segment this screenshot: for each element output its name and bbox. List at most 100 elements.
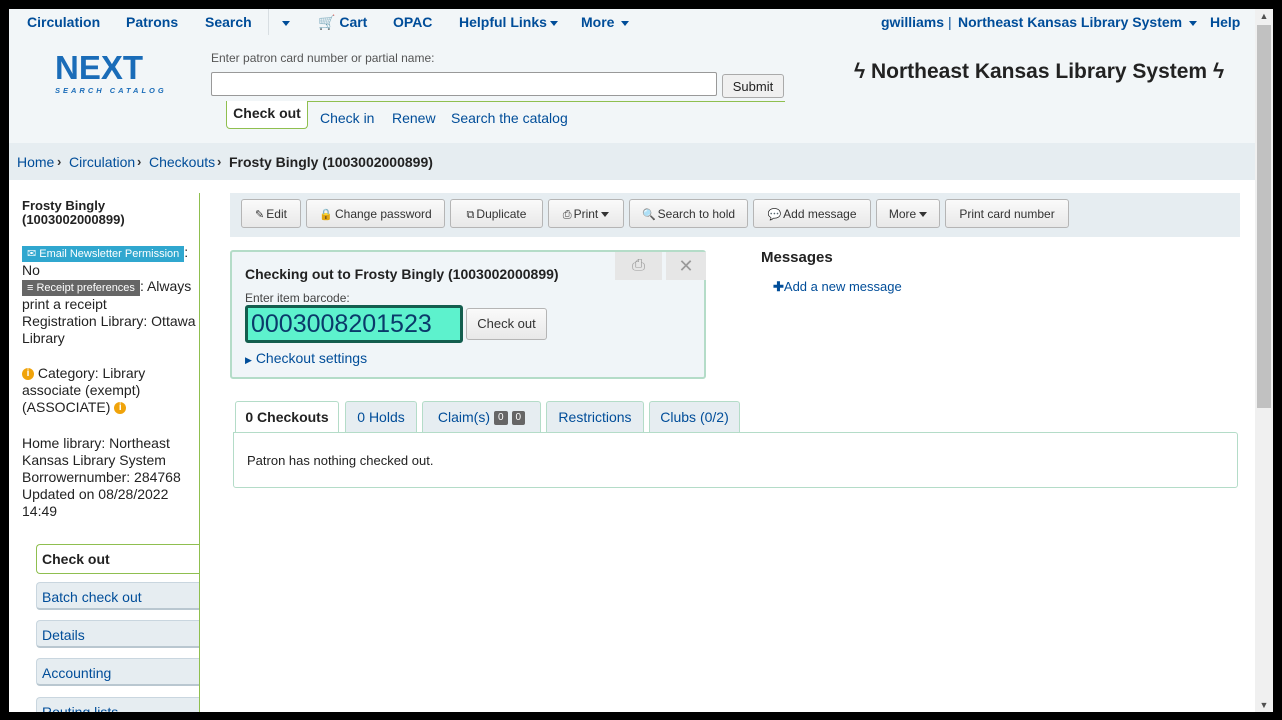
tab-claims[interactable]: Claim(s) 0 0	[422, 401, 541, 433]
nav-help[interactable]: Help	[1210, 14, 1240, 30]
tab-search-catalog[interactable]: Search the catalog	[451, 110, 568, 126]
info-icon[interactable]: i	[114, 402, 127, 415]
site-title: ϟ Northeast Kansas Library System ϟ	[854, 60, 1225, 83]
duplicate-button[interactable]: ⧉ Duplicate	[450, 199, 543, 228]
breadcrumb-current: Frosty Bingly (1003002000899)	[229, 154, 433, 170]
edit-button[interactable]: ✎ Edit	[241, 199, 301, 228]
chevron-down-icon	[621, 20, 630, 26]
nav-opac[interactable]: OPAC	[393, 14, 432, 30]
nav-patrons[interactable]: Patrons	[126, 14, 178, 30]
top-navbar: Circulation Patrons Search 🛒 Cart OPAC H…	[9, 9, 1255, 35]
logo-subtext: SEARCH CATALOG	[55, 86, 167, 95]
tab-restrictions[interactable]: Restrictions	[546, 401, 644, 433]
print-button[interactable]: ⎙ Print	[548, 199, 624, 228]
patron-home-library: Home library: Northeast Kansas Library Sy…	[22, 435, 181, 519]
sidebar-item-accounting[interactable]: Accounting	[36, 658, 199, 686]
checkouts-tab-panel: Patron has nothing checked out.	[233, 432, 1238, 488]
info-icon: i	[22, 368, 34, 381]
bolt-icon: ϟ	[1212, 60, 1225, 83]
nav-branch[interactable]: Northeast Kansas Library System	[958, 14, 1197, 30]
breadcrumb: Home › Circulation › Checkouts › Frosty …	[9, 143, 1255, 180]
add-message-button[interactable]: 💬 Add message	[753, 199, 871, 228]
scroll-down-icon[interactable]: ▼	[1255, 698, 1273, 712]
next-logo[interactable]: NEXT SEARCH CATALOG	[55, 49, 189, 97]
tab-clubs[interactable]: Clubs (0/2)	[649, 401, 740, 433]
print-card-number-button[interactable]: Print card number	[945, 199, 1069, 228]
plus-icon: ✚	[773, 279, 784, 294]
chevron-down-icon	[919, 212, 928, 218]
list-icon: ≡	[27, 282, 34, 294]
tab-check-out[interactable]: Check out	[226, 101, 308, 129]
chevron-right-icon: ›	[57, 154, 62, 169]
breadcrumb-home[interactable]: Home	[17, 154, 54, 170]
patron-email-permission: ✉ Email Newsletter Permission: No	[22, 244, 189, 278]
scrollbar-thumb[interactable]	[1257, 25, 1271, 408]
nav-divider	[268, 9, 269, 35]
pencil-icon: ✎	[255, 209, 265, 221]
checkout-panel: Checking out to Frosty Bingly (100300200…	[230, 250, 706, 379]
check-out-button[interactable]: Check out	[466, 308, 547, 340]
patron-search-input[interactable]	[211, 72, 717, 96]
search-to-hold-button[interactable]: 🔍 Search to hold	[629, 199, 748, 228]
nav-search-dropdown[interactable]	[279, 14, 290, 30]
sidebar-item-batch-check-out[interactable]: Batch check out	[36, 582, 199, 610]
scroll-up-icon[interactable]: ▲	[1255, 9, 1273, 23]
patron-category: i Category: Library associate (exempt) (AS…	[22, 365, 146, 415]
browser-viewport: Circulation Patrons Search 🛒 Cart OPAC H…	[9, 9, 1255, 712]
patron-search-label: Enter patron card number or partial name…	[211, 51, 435, 65]
sidebar-item-routing-lists[interactable]: Routing lists	[36, 697, 199, 712]
nav-user[interactable]: gwilliams	[881, 14, 944, 30]
lock-icon: 🔒	[319, 209, 333, 221]
chevron-right-icon: ›	[217, 154, 222, 169]
tab-holds[interactable]: 0 Holds	[345, 401, 417, 433]
search-icon: 🔍	[641, 209, 656, 221]
chevron-right-icon: ›	[137, 154, 142, 169]
close-icon[interactable]: ✕	[666, 252, 706, 280]
envelope-icon: ✉	[27, 248, 37, 260]
cart-icon: 🛒	[318, 14, 336, 30]
printer-icon[interactable]: ⎙	[615, 252, 662, 280]
nav-circulation[interactable]: Circulation	[27, 14, 100, 30]
barcode-input[interactable]: 0003008201523	[245, 305, 463, 343]
receipt-badge: ≡ Receipt preferences	[22, 280, 140, 296]
chevron-down-icon	[601, 212, 610, 218]
barcode-label: Enter item barcode:	[245, 291, 350, 305]
search-tabs-underline	[226, 101, 785, 102]
patron-registration-library: Registration Library: Ottawa Library	[22, 313, 196, 346]
logo-text: NEXT	[55, 49, 144, 86]
patron-name: Frosty Bingly (1003002000899)	[22, 198, 125, 227]
tab-renew[interactable]: Renew	[392, 110, 436, 126]
tab-checkouts[interactable]: 0 Checkouts	[235, 401, 339, 434]
nav-helpful-links[interactable]: Helpful Links	[459, 14, 558, 30]
no-checkouts-message: Patron has nothing checked out.	[247, 453, 434, 468]
claims-count-badge: 0	[511, 411, 526, 426]
checkout-title: Checking out to Frosty Bingly (100300200…	[245, 266, 559, 282]
nav-cart[interactable]: 🛒 Cart	[318, 14, 367, 31]
printer-icon: ⎙	[562, 209, 572, 221]
breadcrumb-checkouts[interactable]: Checkouts	[149, 154, 215, 170]
nav-search[interactable]: Search	[205, 14, 252, 30]
vertical-scrollbar[interactable]: ▲ ▼	[1255, 9, 1273, 712]
sidebar-item-details[interactable]: Details	[36, 620, 199, 648]
checkout-settings-toggle[interactable]: ▶ Checkout settings	[245, 350, 367, 366]
email-badge: ✉ Email Newsletter Permission	[22, 246, 185, 262]
bolt-icon: ϟ	[854, 60, 866, 83]
patron-search-submit[interactable]: Submit	[722, 74, 784, 98]
tab-check-in[interactable]: Check in	[320, 110, 374, 126]
copy-icon: ⧉	[466, 209, 475, 221]
chevron-down-icon	[282, 20, 290, 26]
patron-receipt-preferences: ≡ Receipt preferences: Always print a rec…	[22, 278, 192, 312]
breadcrumb-circulation[interactable]: Circulation	[69, 154, 135, 170]
more-button[interactable]: More	[876, 199, 940, 228]
change-password-button[interactable]: 🔒 Change password	[306, 199, 445, 228]
patron-toolbar: ✎ Edit 🔒 Change password ⧉ Duplicate ⎙ Print…	[230, 193, 1240, 237]
claims-count-badge: 0	[493, 411, 508, 426]
nav-more[interactable]: More	[581, 14, 630, 30]
nav-user-separator: |	[948, 14, 952, 30]
chevron-down-icon	[549, 20, 558, 26]
add-new-message-link[interactable]: ✚Add a new message	[773, 279, 902, 295]
patron-sidebar: Frosty Bingly (1003002000899) ✉ Email New…	[9, 180, 200, 712]
comment-icon: 💬	[767, 209, 782, 221]
chevron-down-icon	[1188, 20, 1197, 26]
sidebar-item-check-out[interactable]: Check out	[36, 544, 199, 574]
